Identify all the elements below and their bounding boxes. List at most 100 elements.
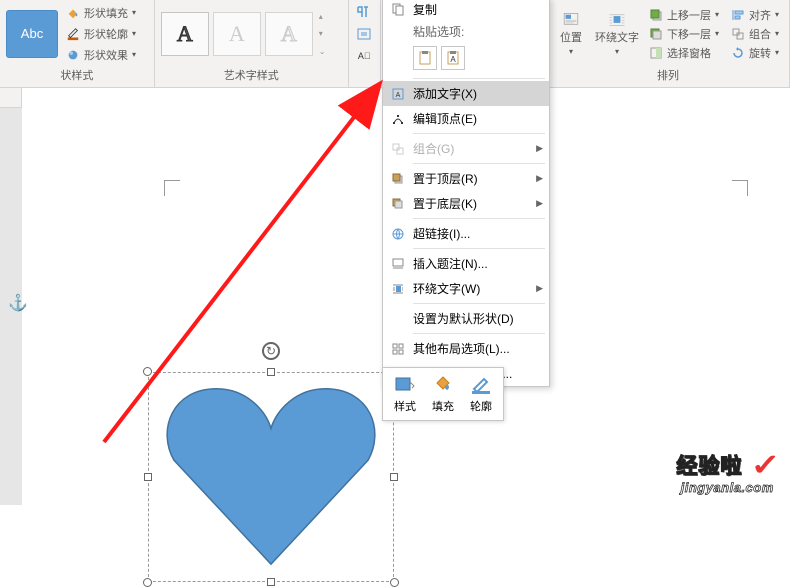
resize-handle-r[interactable] [390,473,398,481]
wrap-text-icon [387,280,409,298]
edit-points-icon [387,110,409,128]
paste-option-2[interactable]: A [441,46,465,70]
menu-add-text[interactable]: A 添加文字(X) [383,81,549,106]
align-text-button[interactable] [354,25,374,43]
heart-shape[interactable] [162,380,380,570]
chevron-down-icon: ▾ [715,10,719,19]
resize-handle-l[interactable] [144,473,152,481]
shape-fill-label: 形状填充 [84,5,128,21]
mini-fill-button[interactable]: 填充 [425,372,461,416]
watermark-title: 经验啦 [676,450,742,480]
clipboard-icon [417,50,433,66]
gallery-up-icon[interactable]: ▴ [319,12,326,21]
menu-separator [413,78,545,79]
gallery-more-icon[interactable]: ⌄ [319,47,326,56]
menu-hyperlink[interactable]: 超链接(I)... [383,221,549,246]
bring-forward-icon [649,8,663,22]
rotate-icon [731,46,745,60]
menu-set-default[interactable]: 设置为默认形状(D) [383,306,549,331]
menu-caption[interactable]: 插入题注(N)... [383,251,549,276]
text-group: A⃣ [349,0,381,87]
margin-corner-tl [164,180,180,196]
submenu-arrow-icon: ▶ [536,173,543,184]
add-text-icon: A [387,85,409,103]
arrange-group: 位置 ▾ 环绕文字 ▾ 上移一层 ▾ 下移一层 ▾ [547,0,790,87]
mini-outline-button[interactable]: 轮廓 [463,372,499,416]
menu-separator [413,303,545,304]
send-backward-button[interactable]: 下移一层 ▾ [645,25,723,43]
art-style-3[interactable]: A [265,12,313,56]
position-button[interactable]: 位置 ▾ [553,12,589,56]
copy-icon [387,0,409,18]
menu-copy[interactable]: 复制 [383,0,549,19]
shape-styles-group-label: 状样式 [6,65,148,85]
rotate-button[interactable]: 旋转 ▾ [727,44,783,62]
text-direction-button[interactable] [354,3,374,21]
chevron-down-icon: ▾ [569,47,573,56]
menu-paste-header: 粘贴选项: [383,19,549,44]
resize-handle-bl[interactable] [143,578,152,587]
resize-handle-b[interactable] [267,578,275,586]
send-back-icon [387,195,409,213]
shape-effects-button[interactable]: 形状效果 ▾ [62,45,140,65]
hyperlink-icon [387,225,409,243]
menu-bring-front[interactable]: 置于顶层(R) ▶ [383,166,549,191]
chevron-down-icon: ▾ [775,10,779,19]
wrap-text-icon [604,12,630,27]
chevron-down-icon: ▾ [132,50,136,59]
mini-toolbar: 样式 填充 轮廓 [382,367,504,421]
resize-handle-tl[interactable] [143,367,152,376]
chevron-down-icon: ▾ [775,29,779,38]
shape-selection-box[interactable] [148,372,394,582]
menu-other-layout[interactable]: 其他布局选项(L)... [383,336,549,361]
submenu-arrow-icon: ▶ [536,283,543,294]
art-style-2[interactable]: A [213,12,261,56]
effects-icon [66,48,80,62]
shape-style-sample[interactable]: Abc [6,10,58,58]
mini-style-button[interactable]: 样式 [387,372,423,416]
align-icon [731,8,745,22]
margin-corner-tr [732,180,748,196]
menu-send-back[interactable]: 置于底层(K) ▶ [383,191,549,216]
submenu-arrow-icon: ▶ [536,143,543,154]
wrap-text-button[interactable]: 环绕文字 ▾ [593,12,641,56]
caption-icon [387,255,409,273]
arrange-group-label: 排列 [553,65,783,85]
group-button[interactable]: 组合 ▾ [727,25,783,43]
menu-edit-points[interactable]: 编辑顶点(E) [383,106,549,131]
bring-forward-button[interactable]: 上移一层 ▾ [645,6,723,24]
bring-front-icon [387,170,409,188]
paint-bucket-icon [66,6,80,20]
shape-fill-button[interactable]: 形状填充 ▾ [62,3,140,23]
menu-separator [413,163,545,164]
text-more-button[interactable]: A⃣ [354,47,374,65]
rotate-handle[interactable] [262,342,280,360]
art-styles-group: A A A ▴ ▾ ⌄ 艺术字样式 [155,0,349,87]
chevron-down-icon: ▾ [132,8,136,17]
paste-option-1[interactable] [413,46,437,70]
outline-icon [470,375,492,395]
selection-pane-button[interactable]: 选择窗格 [645,44,723,62]
fill-icon [432,375,454,395]
chevron-down-icon: ▾ [775,48,779,57]
menu-wrap-text[interactable]: 环绕文字(W) ▶ [383,276,549,301]
context-menu: 复制 粘贴选项: A A 添加文字(X) 编辑顶点(E) 组合(G) ▶ 置于顶… [382,0,550,387]
gallery-down-icon[interactable]: ▾ [319,29,326,38]
resize-handle-t[interactable] [267,368,275,376]
text-A-icon: A⃣ [358,51,371,61]
ruler-corner [0,88,22,108]
svg-text:A: A [450,55,456,64]
group-icon [387,140,409,158]
resize-handle-br[interactable] [390,578,399,587]
align-text-icon [356,27,372,41]
align-button[interactable]: 对齐 ▾ [727,6,783,24]
chevron-down-icon: ▾ [715,29,719,38]
chevron-down-icon: ▾ [132,29,136,38]
clipboard-text-icon: A [445,50,461,66]
selection-pane-icon [649,46,663,60]
shape-outline-button[interactable]: 形状轮廓 ▾ [62,24,140,44]
layout-icon [387,340,409,358]
shape-styles-group: Abc 形状填充 ▾ 形状轮廓 ▾ 形状效果 ▾ 状样式 [0,0,155,87]
menu-separator [413,133,545,134]
art-style-1[interactable]: A [161,12,209,56]
